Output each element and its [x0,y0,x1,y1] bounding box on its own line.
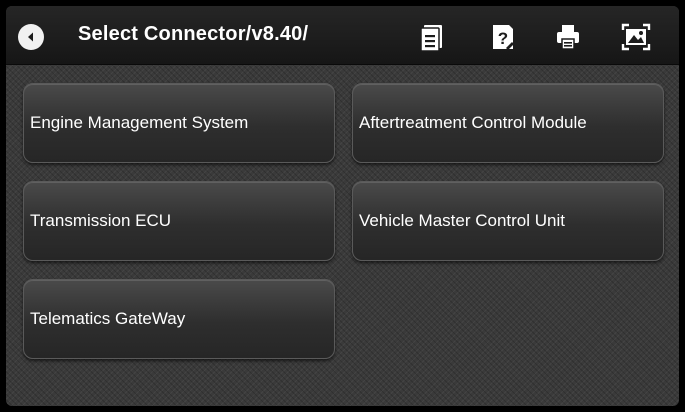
back-icon [28,32,33,42]
help-button[interactable]: ? [486,20,520,54]
connector-button-engine-management[interactable]: Engine Management System [23,83,335,163]
connector-label: Transmission ECU [30,211,172,230]
print-button[interactable] [551,20,585,54]
help-icon: ? [493,25,514,50]
print-icon [557,25,579,50]
screenshot-button[interactable] [619,20,653,54]
app-window: Select Connector/v8.40/ ? Engine Managem… [6,6,679,406]
connector-label: Engine Management System [30,113,249,132]
screenshot-icon [621,23,651,51]
connector-label: Aftertreatment Control Module [359,113,587,132]
back-button[interactable] [18,24,44,50]
top-bar: Select Connector/v8.40/ ? [6,6,679,65]
svg-text:?: ? [498,29,508,48]
connector-label: Vehicle Master Control Unit [359,211,565,230]
page-title: Select Connector/v8.40/ [78,23,309,45]
report-icon [420,25,442,52]
connector-button-telematics[interactable]: Telematics GateWay [23,279,335,359]
connector-button-transmission[interactable]: Transmission ECU [23,181,335,261]
connector-label: Telematics GateWay [30,309,186,328]
connector-button-aftertreatment[interactable]: Aftertreatment Control Module [352,83,664,163]
report-button[interactable] [415,20,449,54]
connector-button-vehicle-master[interactable]: Vehicle Master Control Unit [352,181,664,261]
